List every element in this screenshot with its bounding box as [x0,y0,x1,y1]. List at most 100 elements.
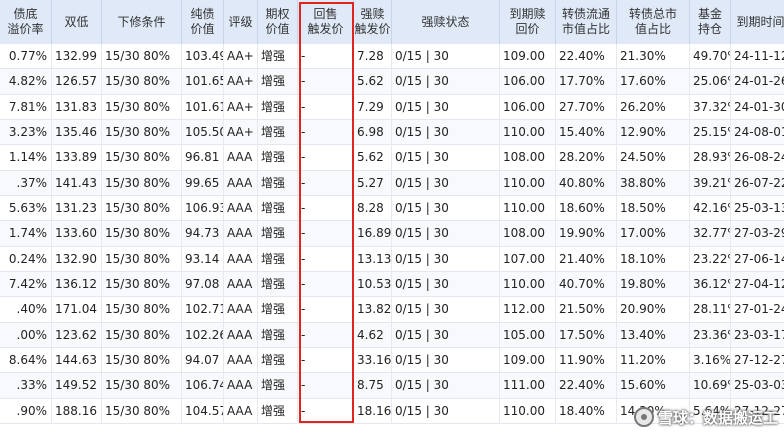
cell-premium: 0.24% [0,246,52,272]
table-row[interactable]: 3.23% 135.46 15/30 80% 105.50 AA+ 增强 -6.98 0/15… [0,119,784,146]
table-row[interactable]: .33% 149.52 15/30 80% 106.74 AAA 增强 -8.75 0/15 … [0,373,784,399]
cell-call-status: 0/15 | 30 [392,119,500,146]
column-header-total-ratio[interactable]: 转债总市 值占比 [617,0,690,44]
cell-fund-holding: 3.16% [690,347,731,374]
table-row[interactable]: 4.82% 126.57 15/30 80% 101.65 AA+ 增强 -5.62 0/15… [0,69,784,95]
cell-fund-holding: 49.70% [690,44,731,70]
cell-call-status: 0/15 | 30 [392,145,500,171]
cell-rating: AA+ [224,94,258,120]
cell-float-ratio: 27.70% [556,94,617,120]
cell-put-trigger: - [298,94,354,120]
table-row[interactable]: 5.63% 131.23 15/30 80% 106.93 AAA 增强 -8.28 0/15… [0,195,784,222]
table-row[interactable]: 7.81% 131.83 15/30 80% 101.61 AA+ 增强 -7.29 0/15… [0,94,784,120]
cell-total-ratio: 17.60% [617,69,690,95]
cell-premium: 4.82% [0,69,52,95]
cell-reset-condition: 15/30 80% [102,195,182,222]
cell-put-trigger: - [298,347,354,374]
cell-call-trigger: 8.28 [354,195,392,222]
cell-redeem-price: 109.00 [500,347,556,374]
cell-reset-condition: 15/30 80% [102,94,182,120]
cell-double-low: 149.52 [52,373,102,399]
cell-call-trigger: 16.89 [354,221,392,247]
cell-redeem-price: 110.00 [500,398,556,424]
cell-option: 增强 [258,398,298,424]
cell-float-ratio: 22.40% [556,44,617,70]
cell-bond-value: 106.74 [182,373,224,399]
table-row[interactable]: .00% 123.62 15/30 80% 102.26 AAA 增强 -4.62 0/15 … [0,322,784,348]
table-row[interactable]: 0.24% 132.90 15/30 80% 93.14 AAA 增强 -13.13 0/15… [0,246,784,272]
cell-maturity: 27-06-14 [731,247,784,272]
cell-option: 增强 [258,44,298,70]
cell-rating: AAA [224,297,258,323]
cell-call-status: 0/15 | 30 [392,297,500,323]
cell-put-trigger: - [298,246,354,272]
cell-maturity: 25-03-03 [731,373,784,398]
table-row[interactable]: 0.77% 132.99 15/30 80% 103.49 AA+ 增强 -7.28 0/15… [0,44,784,70]
column-header-reset-condition[interactable]: 下修条件 [102,0,182,44]
cell-double-low: 136.12 [52,271,102,298]
cell-double-low: 141.43 [52,170,102,196]
cell-float-ratio: 17.70% [556,69,617,95]
cell-put-trigger: - [298,297,354,323]
cell-premium: .00% [0,322,52,348]
column-header-redeem-price[interactable]: 到期赎 回价 [500,0,556,44]
cell-rating: AAA [224,246,258,272]
cell-total-ratio: 12.90% [617,119,690,146]
table-row[interactable]: 7.42% 136.12 15/30 80% 97.08 AAA 增强 -10.53 0/15… [0,271,784,298]
cell-bond-value: 103.49 [182,44,224,70]
cell-total-ratio: 11.20% [617,347,690,374]
cell-float-ratio: 11.90% [556,347,617,374]
cell-reset-condition: 15/30 80% [102,221,182,247]
cell-reset-condition: 15/30 80% [102,170,182,196]
cell-option: 增强 [258,373,298,399]
cell-call-trigger: 5.62 [354,145,392,171]
column-header-maturity[interactable]: 到期时间 [731,0,784,44]
table-row[interactable]: 8.64% 144.63 15/30 80% 94.07 AAA 增强 -33.16 0/15… [0,347,784,374]
cell-bond-value: 104.57 [182,398,224,424]
cell-rating: AA+ [224,69,258,95]
column-header-double-low[interactable]: 双低 [52,0,102,44]
cell-premium: .37% [0,170,52,196]
cell-call-status: 0/15 | 30 [392,271,500,298]
cell-call-trigger: 6.98 [354,119,392,146]
cell-double-low: 188.16 [52,398,102,424]
column-header-call-status[interactable]: 强赎状态 [392,0,500,44]
cell-put-trigger: - [298,195,354,222]
cell-option: 增强 [258,119,298,146]
column-header-premium[interactable]: 债底 溢价率 [0,0,52,44]
cell-fund-holding: 42.16% [690,195,731,222]
cell-call-trigger: 13.82 [354,297,392,323]
cell-premium: .90% [0,398,52,424]
column-header-fund-holding[interactable]: 基金 持仓 [690,0,731,44]
cell-put-trigger: - [298,373,354,399]
table-row[interactable]: .37% 141.43 15/30 80% 99.65 AAA 增强 -5.27 0/15 |… [0,170,784,196]
column-header-float-ratio[interactable]: 转债流通 市值占比 [556,0,617,44]
table-row[interactable]: 1.14% 133.89 15/30 80% 96.81 AAA 增强 -5.62 0/15 … [0,145,784,171]
column-header-bond-value[interactable]: 纯债 价值 [182,0,224,44]
cell-total-ratio: 13.40% [617,322,690,348]
column-header-option[interactable]: 期权 价值 [258,0,298,44]
cell-total-ratio: 38.80% [617,170,690,196]
cell-double-low: 132.99 [52,44,102,70]
cell-rating: AAA [224,347,258,374]
column-header-rating[interactable]: 评级 [224,0,258,44]
cell-total-ratio: 15.60% [617,373,690,399]
cell-maturity: 27-03-29 [731,221,784,246]
cell-rating: AAA [224,195,258,222]
cell-maturity: 27-04-12 [731,272,784,297]
table-row[interactable]: 1.74% 133.60 15/30 80% 94.73 AAA 增强 -16.89 0/15… [0,221,784,247]
table-row[interactable]: .40% 171.04 15/30 80% 102.71 AAA 增强 -13.82 0/15… [0,297,784,323]
cell-call-trigger: 33.16 [354,347,392,374]
cell-reset-condition: 15/30 80% [102,246,182,272]
cell-fund-holding: 23.22% [690,246,731,272]
cell-double-low: 126.57 [52,69,102,95]
cell-option: 增强 [258,94,298,120]
cell-total-ratio: 20.90% [617,297,690,323]
column-header-put-trigger[interactable]: 回售 触发价 [298,0,354,44]
cell-redeem-price: 110.00 [500,195,556,222]
cell-maturity: 24-08-01 [731,120,784,145]
cell-call-trigger: 18.16 [354,398,392,424]
column-header-call-trigger[interactable]: 强赎 触发价 [354,0,392,44]
cell-maturity: 24-01-30 [731,95,784,120]
cell-premium: 8.64% [0,347,52,374]
